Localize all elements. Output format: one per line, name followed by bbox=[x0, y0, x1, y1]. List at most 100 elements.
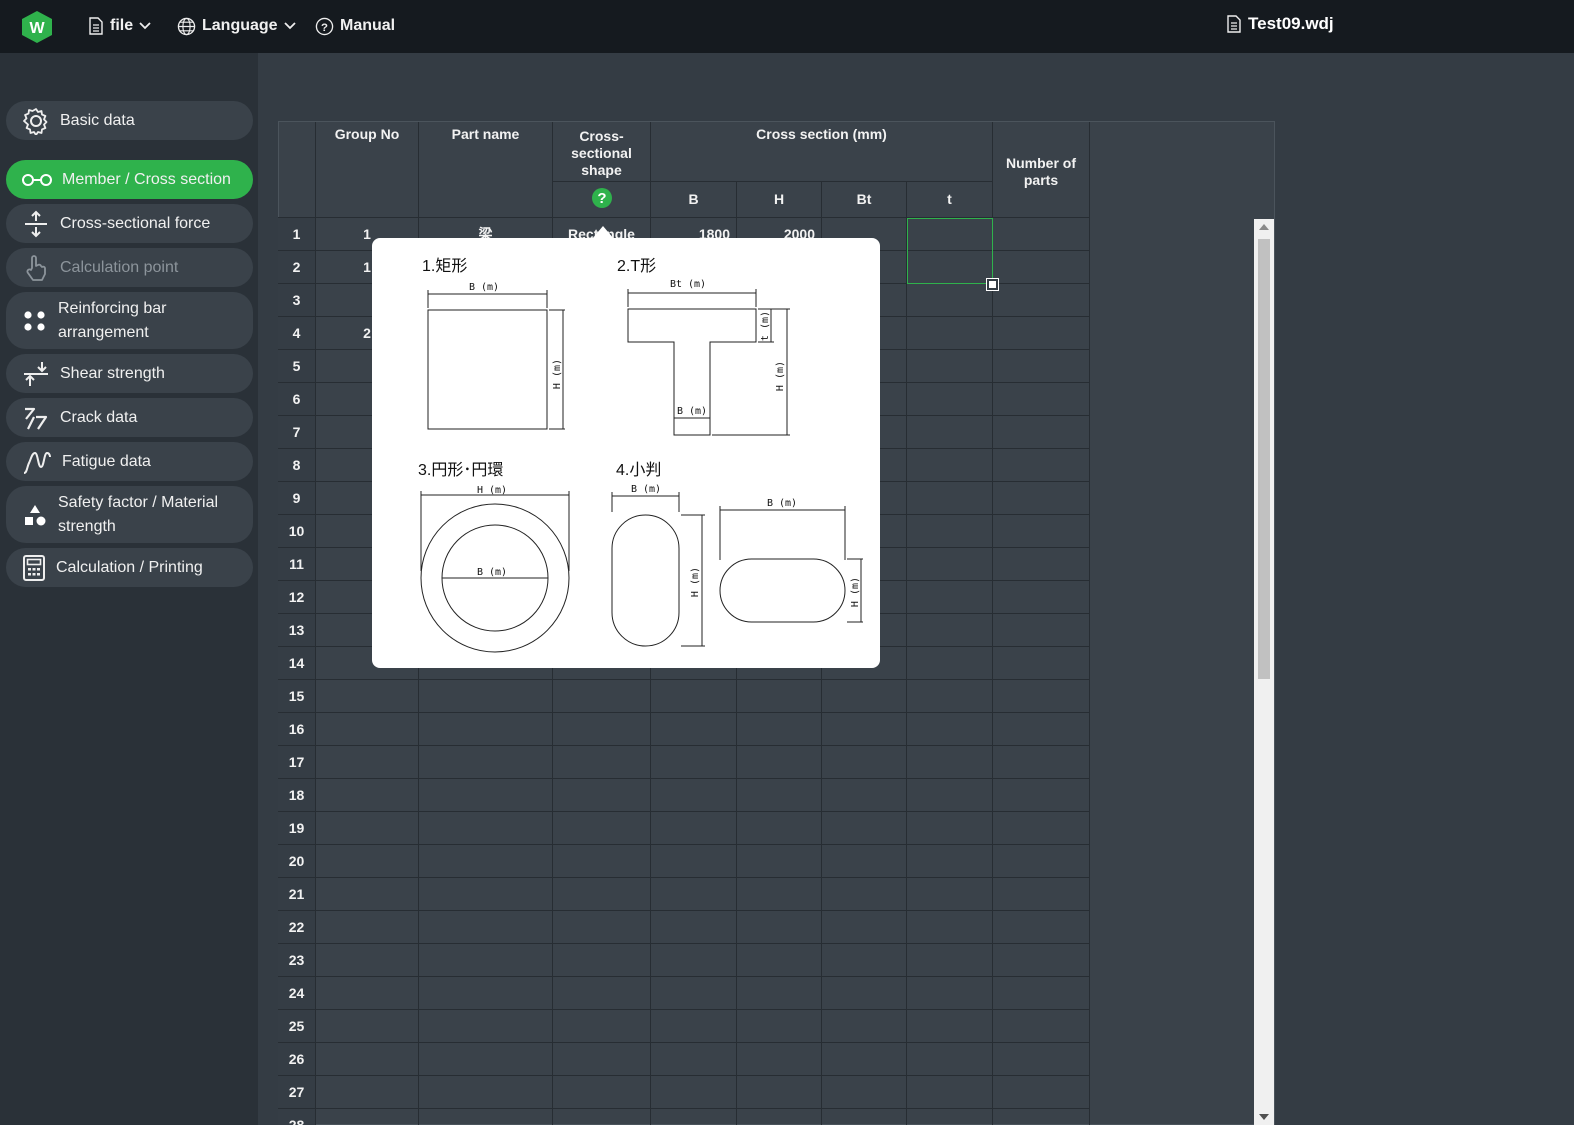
t-cell[interactable] bbox=[907, 911, 993, 943]
t-cell[interactable] bbox=[907, 1109, 993, 1125]
t-cell[interactable] bbox=[907, 647, 993, 679]
manual-menu[interactable]: ? Manual bbox=[315, 14, 395, 38]
shape-cell[interactable] bbox=[553, 812, 651, 844]
shape-cell[interactable] bbox=[553, 845, 651, 877]
part-name-cell[interactable] bbox=[419, 1010, 553, 1042]
h-cell[interactable] bbox=[737, 845, 822, 877]
shape-cell[interactable] bbox=[553, 878, 651, 910]
sidebar-item-shear-strength[interactable]: Shear strength bbox=[6, 354, 253, 393]
number-of-parts-cell[interactable] bbox=[993, 1010, 1090, 1042]
number-of-parts-cell[interactable] bbox=[993, 416, 1090, 448]
group-no-cell[interactable] bbox=[316, 944, 419, 976]
bt-cell[interactable] bbox=[822, 812, 907, 844]
t-cell[interactable] bbox=[907, 680, 993, 712]
number-of-parts-cell[interactable] bbox=[993, 812, 1090, 844]
shape-cell[interactable] bbox=[553, 680, 651, 712]
number-of-parts-cell[interactable] bbox=[993, 581, 1090, 613]
b-cell[interactable] bbox=[651, 1043, 737, 1075]
b-cell[interactable] bbox=[651, 812, 737, 844]
number-of-parts-cell[interactable] bbox=[993, 647, 1090, 679]
h-cell[interactable] bbox=[737, 878, 822, 910]
number-of-parts-cell[interactable] bbox=[993, 218, 1090, 250]
b-cell[interactable] bbox=[651, 1109, 737, 1125]
sidebar-item-member-cross-section[interactable]: Member / Cross section bbox=[6, 160, 253, 199]
number-of-parts-cell[interactable] bbox=[993, 1043, 1090, 1075]
t-cell[interactable] bbox=[907, 977, 993, 1009]
group-no-cell[interactable] bbox=[316, 680, 419, 712]
bt-cell[interactable] bbox=[822, 977, 907, 1009]
number-of-parts-cell[interactable] bbox=[993, 746, 1090, 778]
part-name-cell[interactable] bbox=[419, 944, 553, 976]
number-of-parts-cell[interactable] bbox=[993, 977, 1090, 1009]
bt-cell[interactable] bbox=[822, 1076, 907, 1108]
scroll-up-arrow-icon[interactable] bbox=[1259, 224, 1269, 230]
t-cell[interactable] bbox=[907, 944, 993, 976]
sidebar-item-safety-factor[interactable]: Safety factor / Material strength bbox=[6, 486, 253, 543]
part-name-cell[interactable] bbox=[419, 680, 553, 712]
h-cell[interactable] bbox=[737, 680, 822, 712]
t-cell[interactable] bbox=[907, 779, 993, 811]
bt-cell[interactable] bbox=[822, 845, 907, 877]
sidebar-item-fatigue-data[interactable]: Fatigue data bbox=[6, 442, 253, 481]
number-of-parts-cell[interactable] bbox=[993, 713, 1090, 745]
t-cell[interactable] bbox=[907, 548, 993, 580]
group-no-cell[interactable] bbox=[316, 911, 419, 943]
t-cell[interactable] bbox=[907, 713, 993, 745]
bt-cell[interactable] bbox=[822, 680, 907, 712]
group-no-cell[interactable] bbox=[316, 713, 419, 745]
shape-cell[interactable] bbox=[553, 1076, 651, 1108]
t-cell[interactable] bbox=[907, 1010, 993, 1042]
bt-cell[interactable] bbox=[822, 911, 907, 943]
shape-cell[interactable] bbox=[553, 779, 651, 811]
h-cell[interactable] bbox=[737, 1076, 822, 1108]
t-cell[interactable] bbox=[907, 614, 993, 646]
sidebar-item-basic-data[interactable]: Basic data bbox=[6, 101, 253, 140]
part-name-cell[interactable] bbox=[419, 779, 553, 811]
t-cell[interactable] bbox=[907, 317, 993, 349]
group-no-cell[interactable] bbox=[316, 1043, 419, 1075]
b-cell[interactable] bbox=[651, 680, 737, 712]
number-of-parts-cell[interactable] bbox=[993, 515, 1090, 547]
t-cell[interactable] bbox=[907, 746, 993, 778]
number-of-parts-cell[interactable] bbox=[993, 284, 1090, 316]
sidebar-item-calculation-point[interactable]: Calculation point bbox=[6, 248, 253, 287]
group-no-cell[interactable] bbox=[316, 746, 419, 778]
b-cell[interactable] bbox=[651, 977, 737, 1009]
language-menu[interactable]: Language bbox=[177, 14, 296, 38]
h-cell[interactable] bbox=[737, 746, 822, 778]
shape-cell[interactable] bbox=[553, 713, 651, 745]
sidebar-item-crack-data[interactable]: Crack data bbox=[6, 398, 253, 437]
t-cell[interactable] bbox=[907, 845, 993, 877]
scrollbar-thumb[interactable] bbox=[1258, 239, 1270, 679]
shape-cell[interactable] bbox=[553, 944, 651, 976]
t-cell[interactable] bbox=[907, 482, 993, 514]
part-name-cell[interactable] bbox=[419, 1109, 553, 1125]
h-cell[interactable] bbox=[737, 911, 822, 943]
number-of-parts-cell[interactable] bbox=[993, 614, 1090, 646]
t-cell[interactable] bbox=[907, 284, 993, 316]
number-of-parts-cell[interactable] bbox=[993, 548, 1090, 580]
bt-cell[interactable] bbox=[822, 878, 907, 910]
part-name-cell[interactable] bbox=[419, 1043, 553, 1075]
shape-cell[interactable] bbox=[553, 746, 651, 778]
group-no-cell[interactable] bbox=[316, 1076, 419, 1108]
h-cell[interactable] bbox=[737, 779, 822, 811]
number-of-parts-cell[interactable] bbox=[993, 1109, 1090, 1125]
bt-cell[interactable] bbox=[822, 944, 907, 976]
fill-handle[interactable] bbox=[986, 278, 999, 291]
vertical-scrollbar[interactable] bbox=[1254, 219, 1274, 1125]
number-of-parts-cell[interactable] bbox=[993, 878, 1090, 910]
group-no-cell[interactable] bbox=[316, 812, 419, 844]
t-cell[interactable] bbox=[907, 449, 993, 481]
bt-cell[interactable] bbox=[822, 713, 907, 745]
b-cell[interactable] bbox=[651, 779, 737, 811]
t-cell[interactable] bbox=[907, 515, 993, 547]
bt-cell[interactable] bbox=[822, 1010, 907, 1042]
number-of-parts-cell[interactable] bbox=[993, 350, 1090, 382]
h-cell[interactable] bbox=[737, 977, 822, 1009]
sidebar-item-calculation-printing[interactable]: Calculation / Printing bbox=[6, 548, 253, 587]
t-cell[interactable] bbox=[907, 878, 993, 910]
help-icon[interactable]: ? bbox=[592, 188, 612, 208]
bt-cell[interactable] bbox=[822, 779, 907, 811]
part-name-cell[interactable] bbox=[419, 812, 553, 844]
